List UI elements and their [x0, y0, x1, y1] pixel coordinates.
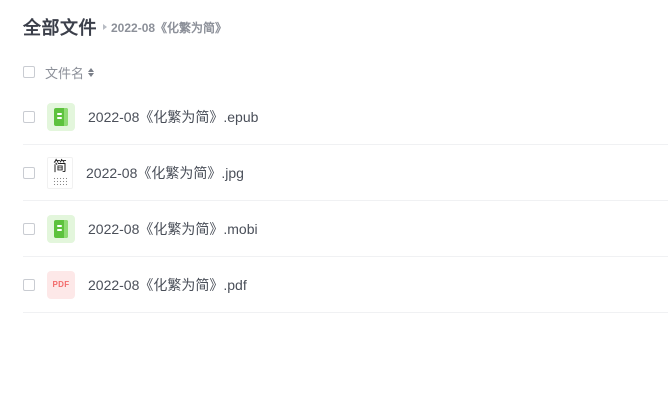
file-name[interactable]: 2022-08《化繁为简》.jpg [86, 163, 244, 183]
column-filename-label[interactable]: 文件名 [45, 63, 84, 82]
ebook-icon [47, 102, 75, 131]
sort-updown-icon[interactable] [88, 67, 95, 77]
breadcrumb-current: 2022-08《化繁为简》 [111, 20, 228, 35]
file-list: 2022-08《化繁为简》.epub 简 2022-08《化繁为简》.jpg 2… [23, 89, 668, 313]
file-name[interactable]: 2022-08《化繁为简》.pdf [88, 275, 247, 295]
pdf-icon: PDF [47, 270, 75, 299]
ebook-icon [47, 214, 75, 243]
select-all-checkbox[interactable] [23, 66, 35, 78]
image-thumbnail: 简 [47, 156, 73, 189]
breadcrumb-separator-icon [103, 24, 107, 30]
row-checkbox[interactable] [23, 222, 35, 235]
row-checkbox[interactable] [23, 110, 35, 123]
file-name[interactable]: 2022-08《化繁为简》.epub [88, 107, 258, 127]
file-row-jpg[interactable]: 简 2022-08《化繁为简》.jpg [23, 145, 668, 201]
row-checkbox[interactable] [23, 166, 35, 179]
file-list-page: 全部文件 2022-08《化繁为简》 文件名 2022-08《化繁为简》.epu… [0, 0, 668, 411]
row-checkbox[interactable] [23, 278, 35, 291]
list-column-header: 文件名 [23, 62, 95, 82]
file-row-epub[interactable]: 2022-08《化繁为简》.epub [23, 89, 668, 145]
file-row-pdf[interactable]: PDF 2022-08《化繁为简》.pdf [23, 257, 668, 313]
page-title[interactable]: 全部文件 [23, 14, 97, 40]
page-header: 全部文件 2022-08《化繁为简》 [23, 14, 227, 40]
file-name[interactable]: 2022-08《化繁为简》.mobi [88, 219, 258, 239]
file-row-mobi[interactable]: 2022-08《化繁为简》.mobi [23, 201, 668, 257]
